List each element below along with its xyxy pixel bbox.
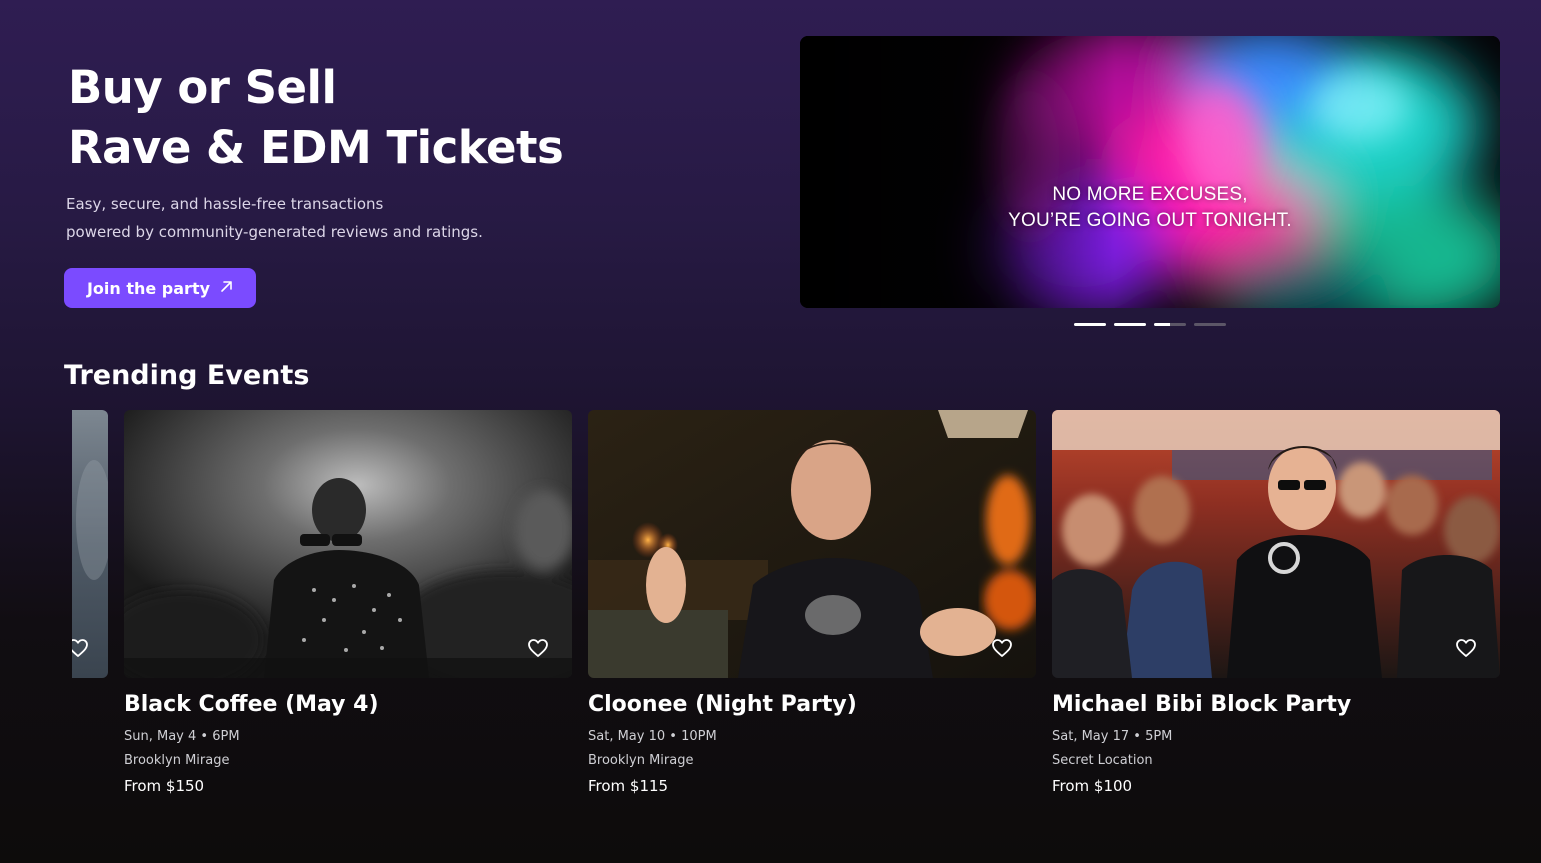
event-photo-cloonee: [588, 410, 1036, 678]
event-card-cloonee[interactable]: Cloonee (Night Party) Sat, May 10 • 10PM…: [588, 410, 1036, 796]
hero-title: Buy or Sell Rave & EDM Tickets: [68, 58, 564, 178]
event-datetime: Sun, May 4 • 6PM: [124, 729, 240, 744]
event-image: [124, 410, 572, 678]
banner-headline-line-2: YOU’RE GOING OUT TONIGHT.: [1008, 210, 1292, 231]
hero-title-line-2: Rave & EDM Tickets: [68, 121, 564, 174]
event-title[interactable]: Michael Bibi Block Party: [1052, 690, 1500, 720]
carousel-dot-3-active[interactable]: [1154, 323, 1186, 326]
carousel-dot-2[interactable]: [1114, 323, 1146, 326]
event-title[interactable]: Cloonee (Night Party): [588, 690, 1036, 720]
previous-event-card-partial[interactable]: [72, 410, 108, 678]
heart-icon[interactable]: [990, 636, 1014, 660]
carousel-dot-4[interactable]: [1194, 323, 1226, 326]
event-card-black-coffee[interactable]: Black Coffee (May 4) Sun, May 4 • 6PM Br…: [124, 410, 572, 796]
banner-carousel-indicators: [1074, 323, 1226, 327]
heart-icon[interactable]: [72, 636, 90, 660]
event-venue: Brooklyn Mirage: [124, 753, 230, 768]
hero-title-line-1: Buy or Sell: [68, 61, 337, 114]
event-price: From $100: [1052, 777, 1133, 795]
join-the-party-button[interactable]: Join the party: [64, 268, 256, 308]
banner-headline-line-1: NO MORE EXCUSES,: [1052, 184, 1248, 205]
arrow-up-right-icon: [220, 279, 233, 297]
promo-banner[interactable]: NO MORE EXCUSES, YOU’RE GOING OUT TONIGHT…: [800, 36, 1500, 308]
event-datetime: Sat, May 10 • 10PM: [588, 729, 717, 744]
event-price: From $150: [124, 777, 205, 795]
event-card-michael-bibi[interactable]: Michael Bibi Block Party Sat, May 17 • 5…: [1052, 410, 1500, 796]
event-venue: Secret Location: [1052, 753, 1153, 768]
heart-icon[interactable]: [1454, 636, 1478, 660]
hero-subtitle: Easy, secure, and hassle-free transactio…: [66, 190, 483, 246]
join-the-party-label: Join the party: [86, 278, 211, 298]
hero-subtitle-line-2: powered by community-generated reviews a…: [66, 223, 483, 241]
carousel-dot-1[interactable]: [1074, 323, 1106, 326]
event-photo-michael-bibi: [1052, 410, 1500, 678]
banner-headline: NO MORE EXCUSES, YOU’RE GOING OUT TONIGHT…: [800, 182, 1500, 234]
trending-events-heading: Trending Events: [64, 360, 310, 391]
event-datetime: Sat, May 17 • 5PM: [1052, 729, 1173, 744]
event-photo-black-coffee: [124, 410, 572, 678]
event-venue: Brooklyn Mirage: [588, 753, 694, 768]
heart-icon[interactable]: [526, 636, 550, 660]
hero-subtitle-line-1: Easy, secure, and hassle-free transactio…: [66, 195, 384, 213]
promo-banner-image: [800, 36, 1500, 308]
event-title[interactable]: Black Coffee (May 4): [124, 690, 572, 720]
event-price: From $115: [588, 777, 669, 795]
event-image: [588, 410, 1036, 678]
event-image: [1052, 410, 1500, 678]
